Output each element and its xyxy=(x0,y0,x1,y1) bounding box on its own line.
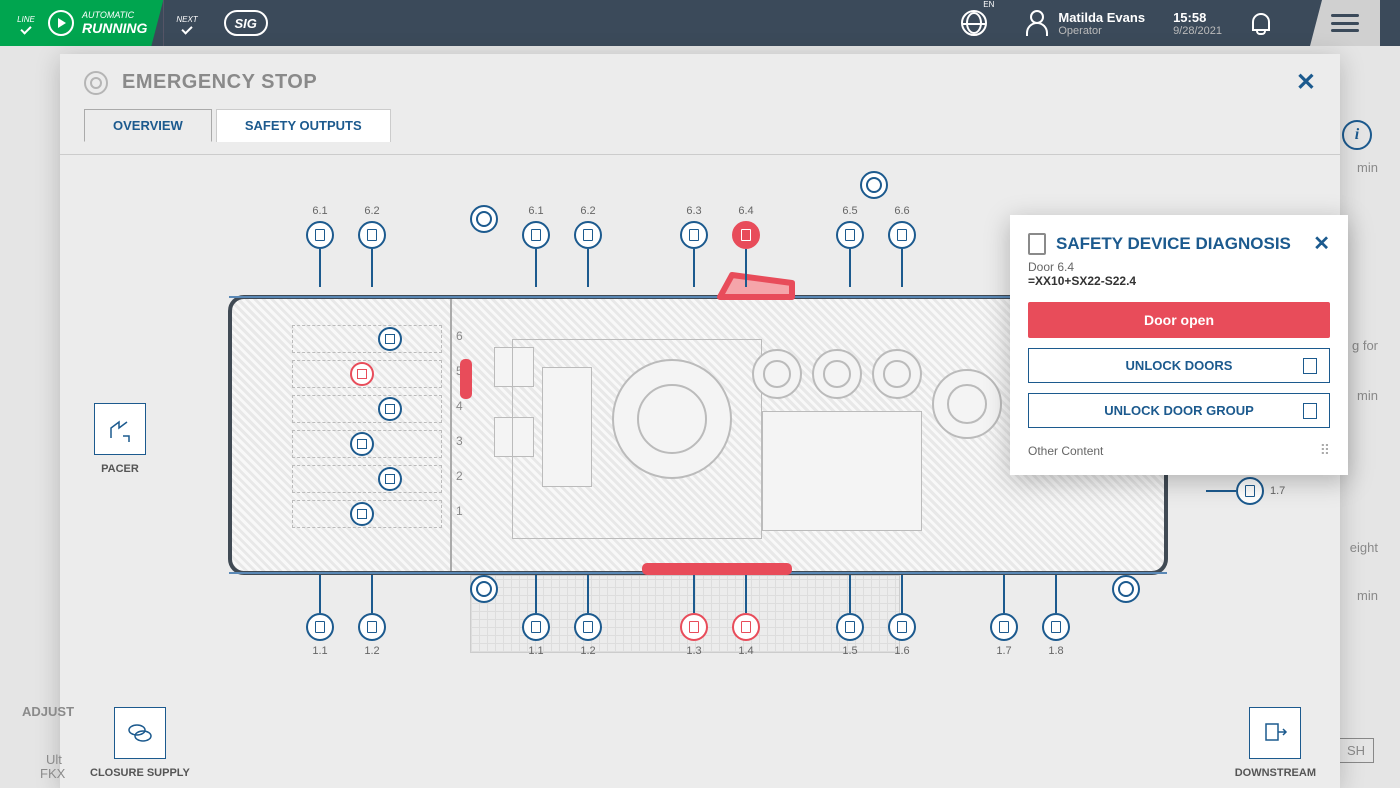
door-indicator[interactable]: 1.1 xyxy=(306,575,334,657)
door-indicator[interactable]: 1.1 xyxy=(522,575,550,657)
next-label: NEXT xyxy=(176,15,197,24)
bg-button[interactable]: SH xyxy=(1338,738,1374,763)
door-indicator[interactable]: 1.7 xyxy=(1206,477,1285,505)
play-icon xyxy=(48,10,74,36)
door-indicator[interactable]: 1.6 xyxy=(888,575,916,657)
estop-icon xyxy=(84,71,108,95)
door-indicator-alert[interactable]: 6.4 xyxy=(732,205,760,287)
station-marker[interactable] xyxy=(378,327,402,351)
station-marker[interactable] xyxy=(350,502,374,526)
machine-diagram: 6 5 4 3 2 1 xyxy=(60,154,1340,788)
door-indicator[interactable]: 1.2 xyxy=(574,575,602,657)
user-role: Operator xyxy=(1058,25,1145,37)
estop-indicator[interactable] xyxy=(860,171,888,199)
door-indicator[interactable]: 1.8 xyxy=(1042,575,1070,657)
estop-indicator[interactable] xyxy=(470,205,498,233)
time-value: 15:58 xyxy=(1173,10,1222,25)
language-code: EN xyxy=(983,0,994,9)
tab-overview[interactable]: OVERVIEW xyxy=(84,109,212,142)
other-content-label: Other Content xyxy=(1028,444,1103,458)
check-icon xyxy=(20,23,31,34)
door-icon xyxy=(1028,233,1046,255)
popup-title: SAFETY DEVICE DIAGNOSIS xyxy=(1056,234,1291,254)
bg-text: min xyxy=(1357,388,1378,403)
check-icon xyxy=(181,23,192,34)
date-value: 9/28/2021 xyxy=(1173,25,1222,37)
bg-text: g for xyxy=(1352,338,1378,353)
bg-text: eight xyxy=(1350,540,1378,555)
user-icon xyxy=(1026,10,1048,36)
bg-text: ADJUST xyxy=(22,704,74,719)
door-indicator[interactable]: 1.2 xyxy=(358,575,386,657)
bg-text: Ult xyxy=(46,752,62,767)
safety-diagnosis-popup: SAFETY DEVICE DIAGNOSIS ✕ Door 6.4 =XX10… xyxy=(1010,215,1348,475)
door-indicator[interactable]: 6.2 xyxy=(574,205,602,287)
user-name: Matilda Evans xyxy=(1058,10,1145,25)
fault-zone xyxy=(642,563,792,575)
app-header: LINE AUTOMATIC RUNNING NEXT SIG EN Matil… xyxy=(0,0,1400,46)
tab-safety-outputs[interactable]: SAFETY OUTPUTS xyxy=(216,109,391,142)
user-block[interactable]: Matilda Evans Operator xyxy=(1026,10,1145,37)
globe-icon xyxy=(961,10,987,36)
door-icon xyxy=(1303,358,1317,374)
fault-zone xyxy=(460,359,472,399)
door-indicator[interactable]: 6.3 xyxy=(680,205,708,287)
popup-device-code: =XX10+SX22-S22.4 xyxy=(1028,274,1330,288)
estop-indicator[interactable] xyxy=(470,575,498,603)
bell-icon[interactable] xyxy=(1250,11,1272,35)
door-status-badge: Door open xyxy=(1028,302,1330,338)
bg-text: min xyxy=(1357,588,1378,603)
door-indicator-fault[interactable]: 1.4 xyxy=(732,575,760,657)
door-indicator[interactable]: 6.6 xyxy=(888,205,916,287)
estop-indicator[interactable] xyxy=(1112,575,1140,603)
modal-close-button[interactable]: ✕ xyxy=(1296,68,1316,97)
line-label: LINE xyxy=(17,15,35,24)
door-indicator[interactable]: 1.5 xyxy=(836,575,864,657)
running-status-block[interactable]: AUTOMATIC RUNNING xyxy=(40,0,163,46)
door-indicator[interactable]: 6.1 xyxy=(306,205,334,287)
door-indicator[interactable]: 6.1 xyxy=(522,205,550,287)
door-group-icon xyxy=(1303,403,1317,419)
main-menu-button[interactable] xyxy=(1310,0,1380,46)
door-indicator[interactable]: 1.7 xyxy=(990,575,1018,657)
station-marker[interactable] xyxy=(378,467,402,491)
next-block[interactable]: NEXT xyxy=(163,0,209,46)
pacer-box[interactable]: PACER xyxy=(94,403,146,475)
unlock-door-group-button[interactable]: UNLOCK DOOR GROUP xyxy=(1028,393,1330,428)
brand-logo: SIG xyxy=(224,10,268,36)
popup-close-button[interactable]: ✕ xyxy=(1313,231,1330,256)
door-indicator-fault[interactable]: 1.3 xyxy=(680,575,708,657)
popup-door-id: Door 6.4 xyxy=(1028,260,1330,274)
unlock-doors-button[interactable]: UNLOCK DOORS xyxy=(1028,348,1330,383)
door-indicator[interactable]: 6.2 xyxy=(358,205,386,287)
station-marker[interactable] xyxy=(378,397,402,421)
station-marker[interactable] xyxy=(350,432,374,456)
modal-tabs: OVERVIEW SAFETY OUTPUTS xyxy=(60,109,1340,142)
state-label: RUNNING xyxy=(82,20,147,36)
hamburger-icon xyxy=(1331,14,1359,32)
language-selector[interactable]: EN xyxy=(961,10,998,36)
modal-title: EMERGENCY STOP xyxy=(122,71,317,94)
emergency-stop-modal: EMERGENCY STOP ✕ OVERVIEW SAFETY OUTPUTS… xyxy=(60,54,1340,788)
closure-supply-box[interactable]: CLOSURE SUPPLY xyxy=(90,707,190,779)
clock-block: 15:58 9/28/2021 xyxy=(1173,10,1222,37)
mode-label: AUTOMATIC xyxy=(82,10,147,20)
bg-text: min xyxy=(1357,160,1378,175)
station-marker-alert[interactable] xyxy=(350,362,374,386)
door-indicator[interactable]: 6.5 xyxy=(836,205,864,287)
bg-text: FKX xyxy=(40,766,65,781)
downstream-box[interactable]: DOWNSTREAM xyxy=(1235,707,1316,779)
drag-handle-icon[interactable]: ⠿ xyxy=(1320,442,1330,459)
info-icon[interactable]: i xyxy=(1342,120,1372,150)
